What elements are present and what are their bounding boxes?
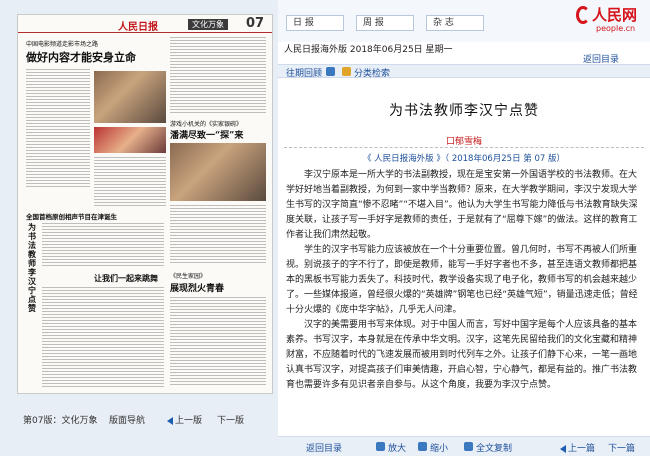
arrow-left-icon — [560, 444, 566, 453]
paper-logo: 人民日报 — [118, 22, 158, 33]
copy-icon — [464, 442, 473, 451]
article-kicker: 中国电影频道走影市场之路 — [26, 41, 99, 48]
article-bottom-toolbar: 返回目录 放大 缩小 全文复制 上一篇 下一篇 — [278, 436, 650, 456]
toolbar: 往期回顾 分类检索 — [278, 64, 650, 79]
newspaper-page-image[interactable]: 人民日报 文化万象 07 中国电影频道走影市场之路 做好内容才能安身立命 游戏小… — [17, 14, 273, 394]
zoom-out-icon — [418, 442, 427, 451]
article-kicker-right: 《民生家园》 — [170, 273, 207, 280]
article-panel: 日 报 周 报 杂 志 人民网 people.cn 人民日报海外版 2018年0… — [278, 0, 650, 456]
article-headline-right[interactable]: 展现烈火青春 — [170, 281, 224, 294]
article-paragraph: 汉字的美需要用书写来体现。对于中国人而言，写好中国字是每个人应该具备的基本素养。… — [286, 320, 638, 390]
text-column — [26, 69, 90, 189]
current-page-label: 第07版：文化万象 — [23, 416, 98, 426]
page-navigation-bar: 第07版：文化万象 版面导航 上一版 下一版 — [17, 410, 273, 428]
paper-header: 人民日报 文化万象 07 — [18, 15, 272, 33]
calendar-icon[interactable] — [326, 67, 335, 76]
logo-domain: people.cn — [596, 24, 636, 33]
article-headline-mid[interactable]: 潘满尽致一“探”来 — [170, 128, 243, 141]
text-column — [42, 287, 164, 387]
article-source: 《 人民日报海外版 》（ 2018年06月25日 第 07 版） — [362, 154, 566, 164]
paper-section-tag: 文化万象 — [188, 19, 228, 30]
next-page-button[interactable]: 下一版 — [217, 413, 244, 426]
zoom-in-icon — [376, 442, 385, 451]
archive-link[interactable]: 往期回顾 — [286, 66, 322, 79]
text-column — [170, 205, 266, 265]
tab-daily[interactable]: 日 报 — [286, 15, 344, 31]
zoom-in-button[interactable]: 放大 — [388, 441, 406, 454]
category-search-link[interactable]: 分类检索 — [354, 66, 390, 79]
article-title: 为书法教师李汉宁点赞 — [389, 103, 539, 119]
article-headline-left1[interactable]: 全国首档原创相声节目在津诞生 — [26, 211, 117, 221]
photo-performance — [170, 143, 266, 201]
article-paragraph: 李汉宁原本是一所大学的书法副教授，现在是宝安第一外国语学校的书法教师。在大学好好… — [286, 170, 638, 240]
people-logo-icon — [576, 6, 590, 24]
zoom-out-button[interactable]: 缩小 — [430, 441, 448, 454]
tab-magazine[interactable]: 杂 志 — [426, 15, 484, 31]
article-author: 口郁雪梅 — [445, 137, 482, 147]
tab-weekly[interactable]: 周 报 — [356, 15, 414, 31]
article-headline-left2[interactable]: 让我们一起来跳舞 — [94, 273, 158, 284]
article-body: 李汉宁原本是一所大学的书法副教授，现在是宝安第一外国语学校的书法教师。在大学好好… — [286, 168, 641, 430]
vertical-headline[interactable]: 为书法教师李汉宁点赞 — [28, 223, 38, 313]
text-column — [170, 37, 266, 115]
next-article-button[interactable]: 下一篇 — [608, 441, 635, 454]
photo-stage — [94, 71, 166, 123]
prev-page-button[interactable]: 上一版 — [167, 413, 202, 426]
people-cn-logo[interactable]: 人民网 people.cn — [574, 4, 644, 36]
article-kicker-mid: 游戏小机关的《实家银碗》 — [170, 121, 243, 128]
copy-fulltext-button[interactable]: 全文复制 — [476, 441, 512, 454]
page-nav-link[interactable]: 版面导航 — [109, 413, 145, 426]
top-navigation: 日 报 周 报 杂 志 人民网 people.cn — [278, 0, 650, 42]
article-paragraph: 学生的汉字书写能力应该被放在一个十分重要位置。曾几何时，书写不再被人们所重视。别… — [286, 245, 638, 315]
issue-dateline: 人民日报海外版 2018年06月25日 星期一 — [284, 45, 453, 55]
paper-page-number: 07 — [246, 16, 265, 31]
photo-poster — [94, 127, 166, 153]
article-headline-main[interactable]: 做好内容才能安身立命 — [26, 49, 136, 65]
text-column — [42, 223, 164, 267]
arrow-left-icon — [167, 416, 173, 425]
text-column — [170, 297, 266, 387]
newspaper-page-panel: 人民日报 文化万象 07 中国电影频道走影市场之路 做好内容才能安身立命 游戏小… — [0, 0, 278, 456]
prev-article-button[interactable]: 上一篇 — [560, 441, 595, 454]
logo-text: 人民网 — [592, 6, 638, 24]
back-to-contents-link-bottom[interactable]: 返回目录 — [306, 441, 342, 454]
text-column — [94, 157, 166, 207]
divider — [284, 147, 644, 148]
category-icon — [342, 67, 351, 76]
